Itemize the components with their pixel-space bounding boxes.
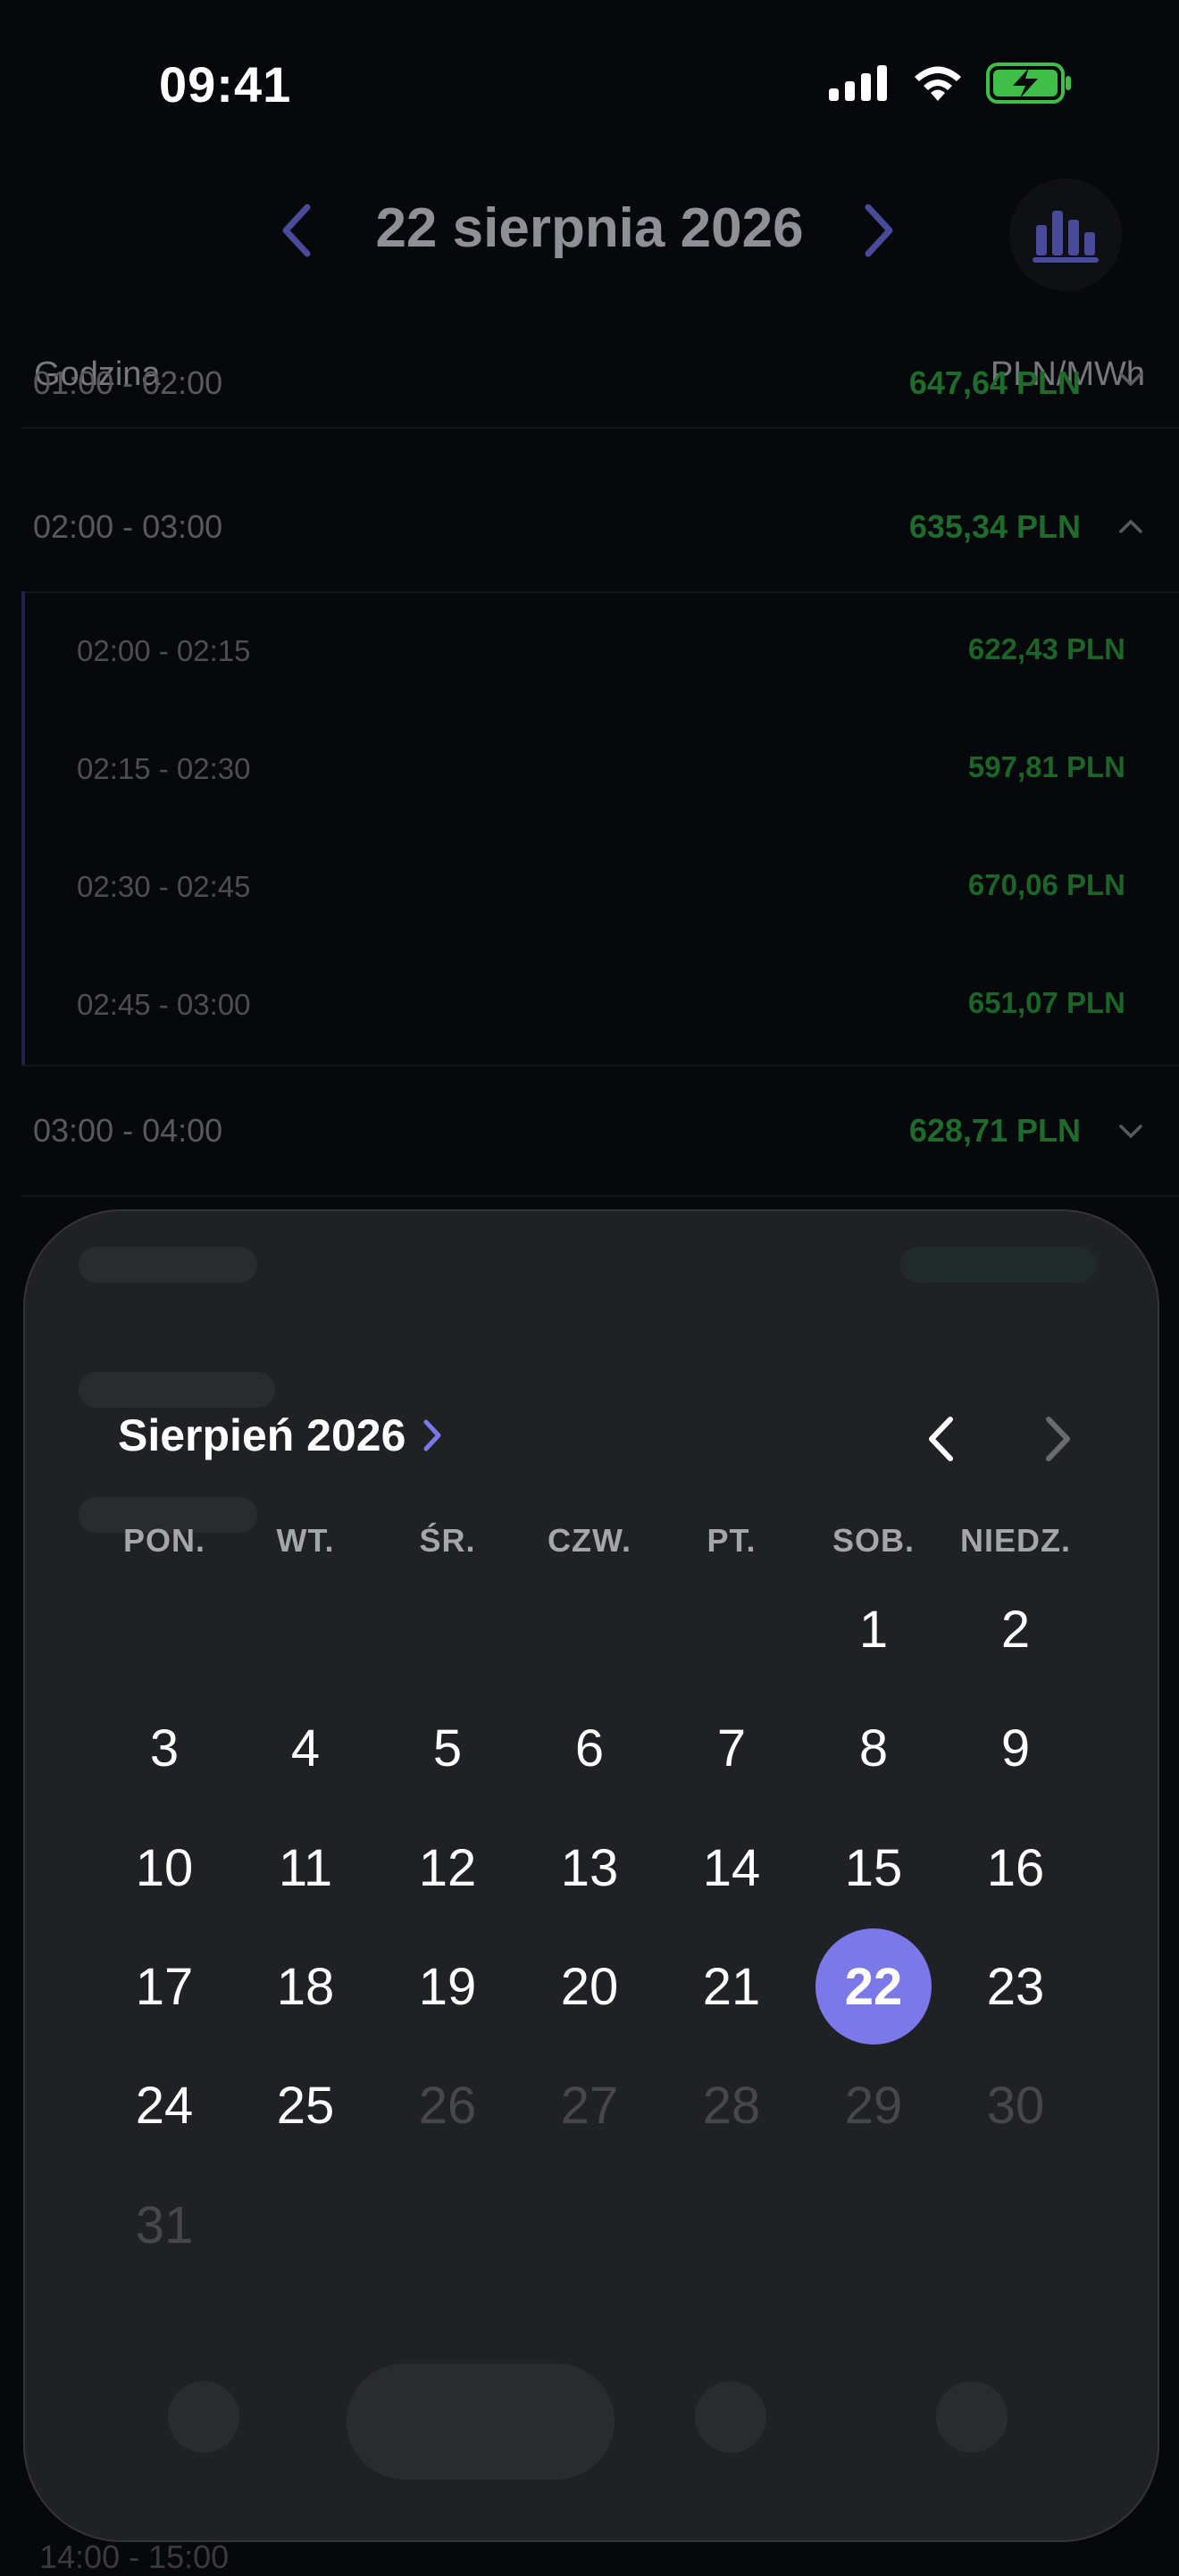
hour-price: 647,64 PLN bbox=[908, 364, 1081, 401]
calendar-day[interactable]: 10 bbox=[106, 1810, 222, 1926]
weekday-label: SOB. bbox=[832, 1522, 915, 1559]
hour-label: 03:00 - 04:00 bbox=[33, 1112, 223, 1149]
hour-price: 628,71 PLN bbox=[908, 1112, 1081, 1149]
quarter-label: 02:30 - 02:45 bbox=[77, 870, 251, 903]
calendar-day: 28 bbox=[702, 2076, 761, 2135]
date-header: 22 sierpnia 2026 bbox=[0, 179, 1179, 291]
calendar-day[interactable]: 6 bbox=[531, 1690, 648, 1806]
status-time: 09:41 bbox=[159, 56, 292, 113]
calendar-day: 30 bbox=[986, 2076, 1045, 2135]
chevron-down-icon bbox=[1119, 1125, 1142, 1139]
calendar-day[interactable]: 2 bbox=[957, 1571, 1074, 1687]
weekday-label: NIEDZ. bbox=[959, 1522, 1071, 1559]
calendar-day[interactable]: 25 bbox=[247, 2047, 364, 2163]
hour-row[interactable]: 03:00 - 04:00 628,71 PLN bbox=[21, 1065, 1179, 1197]
quarter-label: 02:00 - 02:15 bbox=[77, 634, 251, 667]
chevron-down-icon bbox=[1119, 372, 1142, 387]
weekday-label: CZW. bbox=[548, 1522, 631, 1559]
calendar-day[interactable]: 3 bbox=[106, 1690, 222, 1806]
hour-label: 02:00 - 03:00 bbox=[33, 508, 223, 545]
calendar-day[interactable]: 21 bbox=[673, 1928, 790, 2045]
status-icons bbox=[829, 63, 1072, 104]
previous-month-button[interactable] bbox=[909, 1399, 972, 1479]
wifi-icon bbox=[915, 66, 961, 101]
hour-row[interactable]: 01:00 - 02:00 647,64 PLN bbox=[21, 359, 1179, 429]
quarter-row: 02:30 - 02:45 670,06 PLN bbox=[25, 827, 1161, 945]
calendar-day[interactable]: 17 bbox=[106, 1928, 222, 2045]
status-bar: 09:41 bbox=[0, 0, 1179, 170]
quarter-hour-list: 02:00 - 02:15 622,43 PLN 02:15 - 02:30 5… bbox=[21, 591, 1179, 1065]
chevron-up-icon bbox=[1119, 519, 1142, 533]
quarter-price: 622,43 PLN bbox=[967, 632, 1125, 665]
chevron-right-icon bbox=[865, 204, 893, 257]
quarter-row: 02:15 - 02:30 597,81 PLN bbox=[25, 709, 1161, 827]
month-title: Sierpień 2026 bbox=[118, 1410, 406, 1460]
calendar-day[interactable]: 20 bbox=[531, 1928, 648, 2045]
weekday-label: WT. bbox=[276, 1522, 335, 1559]
calendar-day: 29 bbox=[844, 2076, 903, 2135]
calendar-day: 26 bbox=[418, 2076, 477, 2135]
calendar-day[interactable]: 13 bbox=[531, 1810, 648, 1926]
calendar-day[interactable]: 15 bbox=[815, 1810, 932, 1926]
hour-label: 01:00 - 02:00 bbox=[33, 364, 223, 401]
hour-price: 635,34 PLN bbox=[908, 508, 1081, 545]
calendar-day[interactable]: 11 bbox=[247, 1810, 364, 1926]
quarter-price: 651,07 PLN bbox=[967, 986, 1125, 1019]
calendar-day[interactable]: 24 bbox=[106, 2047, 222, 2163]
calendar-day: 31 bbox=[135, 2195, 194, 2254]
weekday-label: PT. bbox=[707, 1522, 757, 1559]
quarter-price: 597,81 PLN bbox=[967, 750, 1125, 783]
calendar-day[interactable]: 5 bbox=[389, 1690, 506, 1806]
calendar-day-selected[interactable]: 22 bbox=[815, 1928, 932, 2045]
quarter-price: 670,06 PLN bbox=[967, 868, 1125, 901]
calendar-day: 27 bbox=[560, 2076, 619, 2135]
hour-label: 14:00 - 15:00 bbox=[39, 2538, 230, 2575]
calendar-day[interactable]: 1 bbox=[815, 1571, 932, 1687]
hour-row-expanded[interactable]: 02:00 - 03:00 635,34 PLN bbox=[21, 463, 1179, 593]
page-title[interactable]: 22 sierpnia 2026 bbox=[0, 197, 1179, 260]
quarter-label: 02:15 - 02:30 bbox=[77, 752, 251, 785]
calendar-day[interactable]: 18 bbox=[247, 1928, 364, 2045]
calendar-day[interactable]: 4 bbox=[247, 1690, 364, 1806]
weekday-label: ŚR. bbox=[419, 1522, 476, 1559]
calendar-day[interactable]: 14 bbox=[673, 1810, 790, 1926]
calendar-day[interactable]: 12 bbox=[389, 1810, 506, 1926]
calendar-day[interactable]: 7 bbox=[673, 1690, 790, 1806]
battery-charging-icon bbox=[986, 63, 1071, 104]
calendar-day[interactable]: 19 bbox=[389, 1928, 506, 2045]
quarter-row: 02:45 - 03:00 651,07 PLN bbox=[25, 945, 1161, 1063]
next-day-button[interactable] bbox=[843, 195, 915, 266]
chevron-right-icon bbox=[423, 1419, 441, 1451]
quarter-label: 02:45 - 03:00 bbox=[77, 988, 251, 1021]
date-picker-sheet: Sierpień 2026 PON. WT. ŚR. CZW. PT. SOB. NIEDZ… bbox=[23, 1209, 1159, 2542]
signal-icon bbox=[829, 65, 887, 101]
calendar-day[interactable]: 16 bbox=[957, 1810, 1074, 1926]
chart-view-button[interactable] bbox=[1009, 179, 1122, 291]
next-month-button[interactable] bbox=[1027, 1399, 1090, 1479]
calendar-day[interactable]: 8 bbox=[815, 1690, 932, 1806]
chevron-left-icon bbox=[929, 1417, 953, 1461]
bar-chart-icon bbox=[1033, 211, 1099, 263]
calendar-day[interactable]: 23 bbox=[957, 1928, 1074, 2045]
chevron-right-icon bbox=[1046, 1417, 1070, 1461]
quarter-row: 02:00 - 02:15 622,43 PLN bbox=[25, 591, 1161, 709]
weekday-label: PON. bbox=[122, 1522, 205, 1559]
calendar-day[interactable]: 9 bbox=[957, 1690, 1074, 1806]
month-selector[interactable]: Sierpień 2026 bbox=[118, 1409, 443, 1461]
